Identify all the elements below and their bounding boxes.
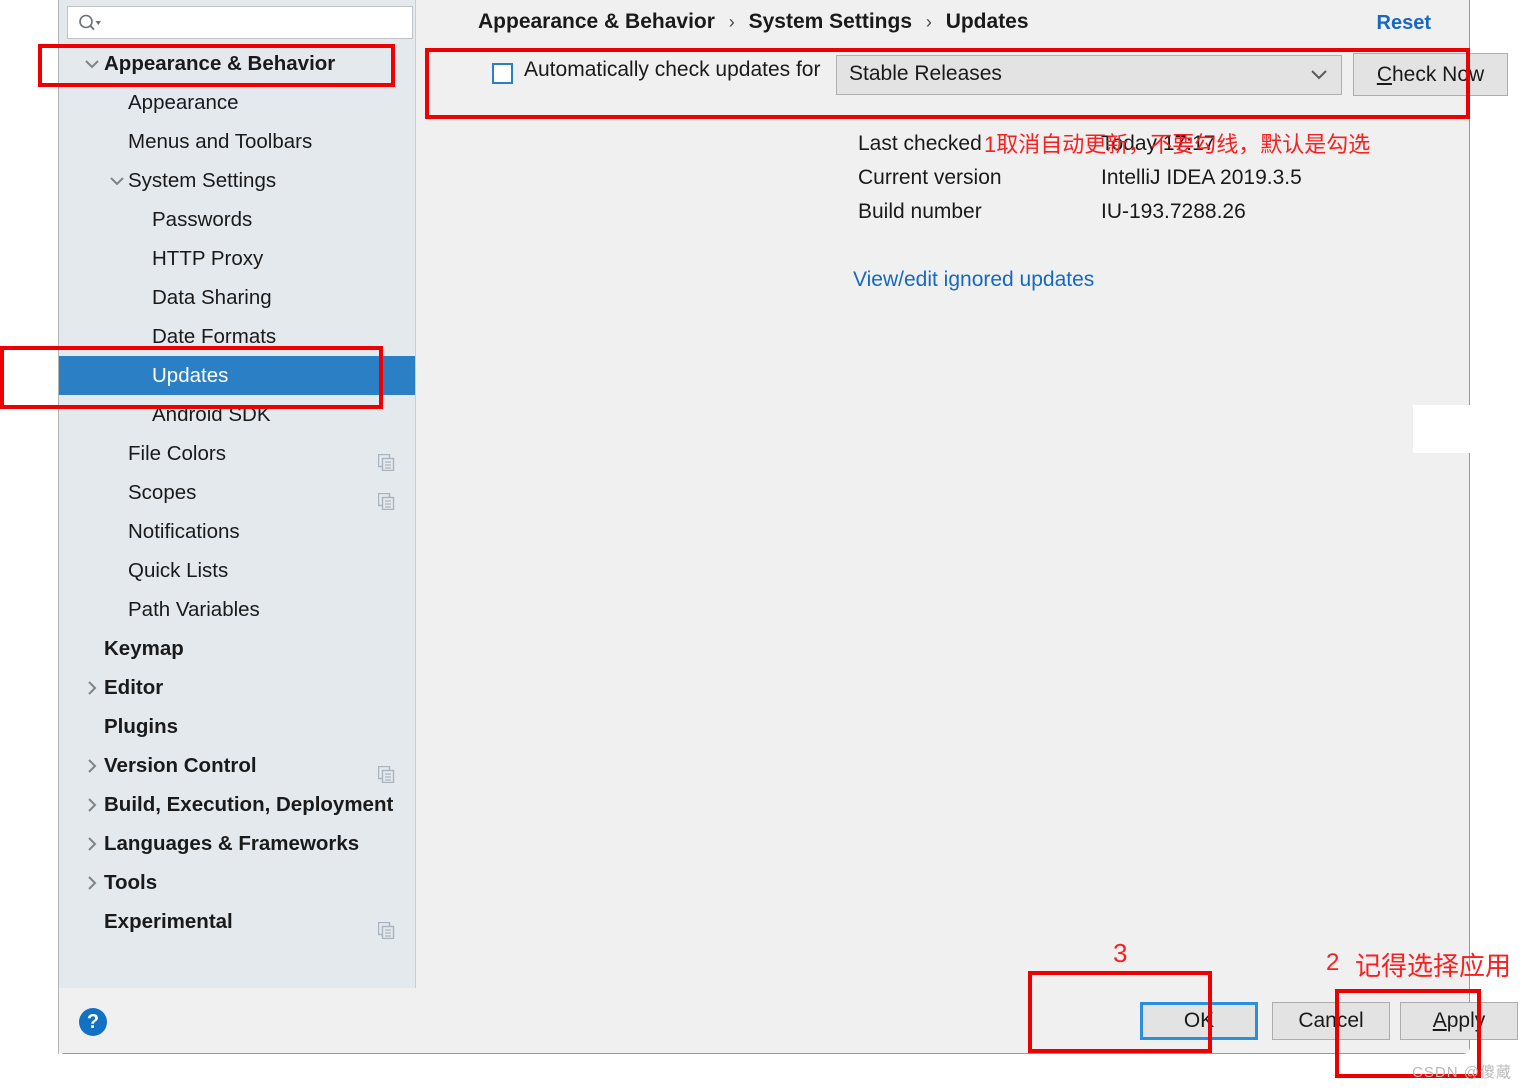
chevron-right-icon[interactable]	[81, 785, 103, 824]
annotation-mask	[0, 48, 40, 84]
sidebar-item-label: Path Variables	[128, 598, 260, 621]
sidebar-item-label: Tools	[104, 871, 158, 894]
sidebar-item-experimental[interactable]: Experimental	[59, 902, 415, 941]
sidebar-item-label: Build, Execution, Deployment	[104, 793, 394, 816]
sidebar-item-system-settings[interactable]: System Settings	[59, 161, 415, 200]
dialog-button-bar: ? OK Cancel Apply	[59, 988, 1518, 1053]
info-key: Current version	[858, 166, 1002, 189]
redacted-region	[1413, 405, 1526, 453]
sidebar-item-appearance[interactable]: Appearance	[59, 83, 415, 122]
sidebar-item-label: HTTP Proxy	[152, 247, 264, 270]
breadcrumb: Appearance & Behavior › System Settings …	[478, 10, 1029, 34]
sidebar-item-label: File Colors	[128, 442, 226, 465]
help-icon[interactable]: ?	[79, 1008, 107, 1036]
breadcrumb-part-3: Updates	[945, 10, 1029, 33]
info-value: IntelliJ IDEA 2019.3.5	[1101, 166, 1302, 189]
breadcrumb-part-2[interactable]: System Settings	[749, 10, 912, 33]
chevron-down-icon[interactable]	[106, 161, 128, 200]
view-edit-ignored-updates-link[interactable]: View/edit ignored updates	[853, 268, 1094, 292]
sidebar-item-label: Scopes	[128, 481, 197, 504]
sidebar-item-label: Editor	[104, 676, 164, 699]
annotation-box-appearance-behavior	[38, 44, 395, 87]
sidebar-item-label: Experimental	[104, 910, 233, 933]
sidebar-item-http-proxy[interactable]: HTTP Proxy	[59, 239, 415, 278]
sidebar-item-label: Appearance	[128, 91, 239, 114]
sidebar-item-label: Data Sharing	[152, 286, 272, 309]
sidebar-item-editor[interactable]: Editor	[59, 668, 415, 707]
watermark: CSDN @傻蔵	[1412, 1064, 1512, 1081]
sidebar-item-build-execution-deployment[interactable]: Build, Execution, Deployment	[59, 785, 415, 824]
annotation-note-1: 1取消自动更新，不要勾线，默认是勾选	[984, 132, 1371, 157]
sidebar-item-notifications[interactable]: Notifications	[59, 512, 415, 551]
info-key: Build number	[858, 200, 982, 223]
sidebar-item-label: Menus and Toolbars	[128, 130, 313, 153]
sidebar-item-label: Version Control	[104, 754, 257, 777]
chevron-right-icon[interactable]	[81, 746, 103, 785]
sidebar-item-label: Passwords	[152, 208, 253, 231]
sidebar-item-label: Keymap	[104, 637, 184, 660]
annotation-box-updates	[0, 346, 383, 409]
sidebar-item-file-colors[interactable]: File Colors	[59, 434, 415, 473]
annotation-note-3: 3	[1113, 938, 1128, 968]
sidebar-item-keymap[interactable]: Keymap	[59, 629, 415, 668]
sidebar-item-languages-frameworks[interactable]: Languages & Frameworks	[59, 824, 415, 863]
chevron-right-icon[interactable]	[81, 824, 103, 863]
annotation-note-2-text: 记得选择应用	[1355, 951, 1512, 981]
chevron-right-icon[interactable]	[81, 863, 103, 902]
search-input[interactable]	[67, 6, 413, 39]
sidebar-item-label: Plugins	[104, 715, 179, 738]
sidebar-item-version-control[interactable]: Version Control	[59, 746, 415, 785]
settings-sidebar: Appearance & Behavior Appearance Menus and…	[59, 0, 415, 988]
settings-tree[interactable]: Appearance & Behavior Appearance Menus and…	[59, 44, 415, 941]
sidebar-item-data-sharing[interactable]: Data Sharing	[59, 278, 415, 317]
copy-icon[interactable]	[377, 913, 395, 952]
breadcrumb-separator-icon: ›	[925, 12, 932, 32]
info-value: IU-193.7288.26	[1101, 200, 1246, 223]
sidebar-item-passwords[interactable]: Passwords	[59, 200, 415, 239]
sidebar-item-label: Quick Lists	[128, 559, 229, 582]
breadcrumb-separator-icon: ›	[728, 12, 735, 32]
reset-link[interactable]: Reset	[1377, 12, 1431, 35]
screenshot-root: Appearance & Behavior Appearance Menus and…	[0, 0, 1526, 1090]
sidebar-item-menus-and-toolbars[interactable]: Menus and Toolbars	[59, 122, 415, 161]
search-icon	[77, 13, 101, 38]
sidebar-item-label: Notifications	[128, 520, 240, 543]
annotation-box-ok	[1028, 971, 1212, 1053]
sidebar-item-path-variables[interactable]: Path Variables	[59, 590, 415, 629]
annotation-box-auto-check-row	[425, 48, 1470, 119]
info-row: Current version IntelliJ IDEA 2019.3.5	[858, 166, 1302, 200]
breadcrumb-part-1[interactable]: Appearance & Behavior	[478, 10, 715, 33]
sidebar-item-label: Languages & Frameworks	[104, 832, 360, 855]
sidebar-item-plugins[interactable]: Plugins	[59, 707, 415, 746]
sidebar-item-label: System Settings	[128, 169, 277, 192]
info-row: Build number IU-193.7288.26	[858, 200, 1302, 234]
annotation-note-2-number: 2	[1326, 949, 1340, 976]
sidebar-item-scopes[interactable]: Scopes	[59, 473, 415, 512]
sidebar-item-tools[interactable]: Tools	[59, 863, 415, 902]
chevron-right-icon[interactable]	[81, 668, 103, 707]
sidebar-item-quick-lists[interactable]: Quick Lists	[59, 551, 415, 590]
